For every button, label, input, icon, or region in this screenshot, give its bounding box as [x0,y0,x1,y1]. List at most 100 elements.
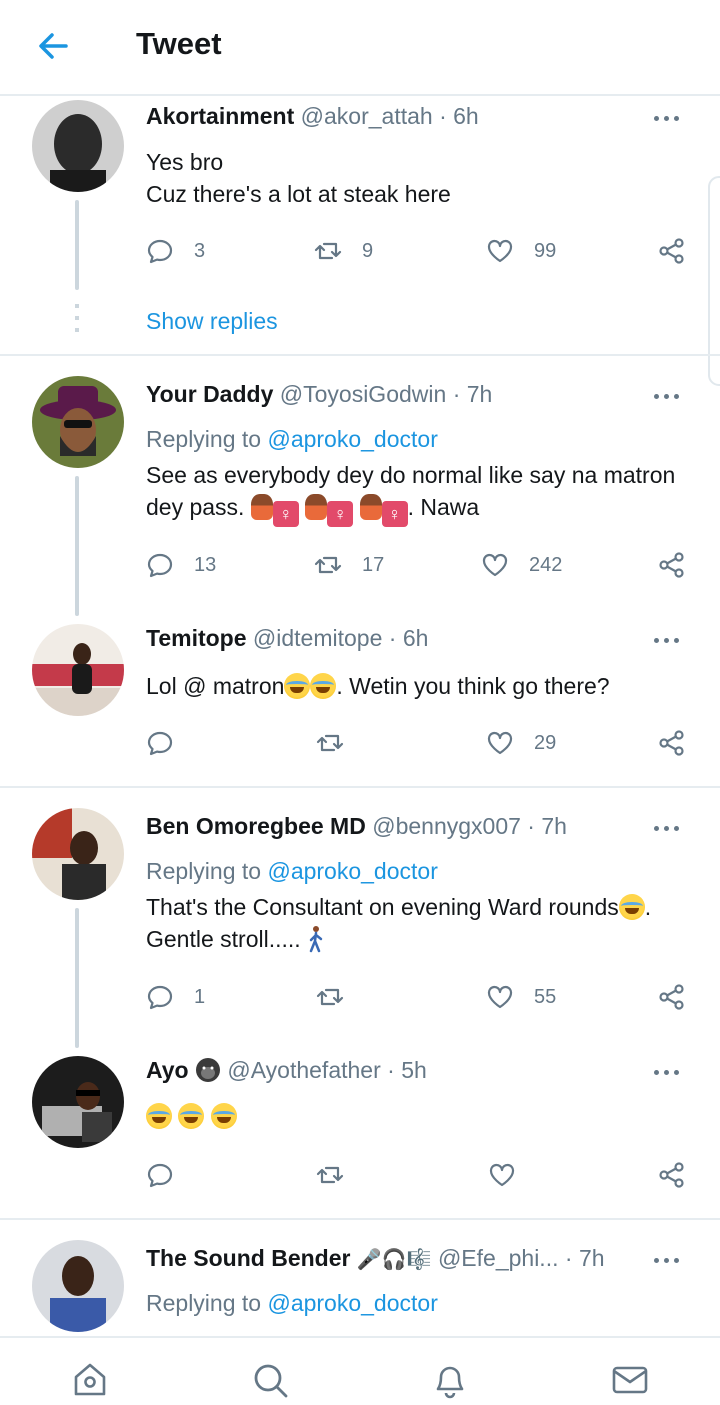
gorilla-emoji [196,1058,220,1082]
more-options-icon[interactable] [650,813,690,843]
tweet-text-segment: Gentle stroll..... [146,926,301,952]
heart-icon [487,239,513,263]
user-handle: @ToyosiGodwin [279,381,447,407]
tweet-header: Your Daddy @ToyosiGodwin · 7h [146,379,620,409]
retweet-button[interactable] [316,726,344,760]
share-button[interactable] [658,1158,686,1192]
reply-button[interactable] [146,726,174,760]
more-options-icon[interactable] [650,103,690,133]
female-sign-emoji: ♀ [327,501,354,527]
more-options-icon[interactable] [650,1057,690,1087]
reply-count: 1 [194,985,206,1008]
share-button[interactable] [658,234,686,268]
retweet-icon [316,988,344,1006]
grinning-squint-emoji [618,894,645,920]
avatar[interactable] [32,808,124,900]
like-count: 242 [529,553,563,576]
retweet-button[interactable] [316,980,344,1014]
thread-dots [75,304,79,338]
show-replies-link[interactable]: Show replies [146,308,278,335]
reply-button[interactable]: 3 [146,234,205,268]
avatar[interactable] [32,100,124,192]
back-arrow-icon[interactable] [30,24,78,68]
reply-button[interactable]: 13 [146,548,216,582]
display-name[interactable]: Temitope [146,625,247,651]
tweet-text-segment: . Wetin you think go there? [336,673,610,699]
retweet-button[interactable]: 9 [314,234,373,268]
mail-icon[interactable] [610,1360,650,1400]
tweet-header: Ben Omoregbee MD @bennygx007 · 7h [146,811,620,841]
replying-to-handle[interactable]: @aproko_doctor [267,426,437,452]
tweet-page: Tweet Akortainment @akor_attah · 6h Yes … [0,0,720,1405]
tweet-text-segment: Lol @ matron [146,673,285,699]
reply-button[interactable]: 1 [146,980,205,1014]
tweet-item[interactable]: Temitope @idtemitope · 6h Lol @ matron . … [0,608,720,786]
user-handle: @akor_attah [300,103,433,129]
tweet-actions: 3 9 99 [146,234,694,268]
replying-label: Replying to [146,858,262,884]
tweet-text-line: dey pass. ♀ ♀ ♀. Nawa [146,491,694,527]
like-button[interactable] [488,1158,516,1192]
user-handle: @bennygx007 [372,813,521,839]
page-title: Tweet [136,26,222,61]
avatar[interactable] [32,1056,124,1148]
share-icon [659,984,684,1010]
display-name[interactable]: Akortainment [146,103,294,129]
tweet-header: The Sound Bender 🎤🎧🎼 @Efe_phi... · 7h [146,1243,620,1275]
home-icon[interactable] [70,1360,110,1400]
retweet-icon [314,556,342,574]
retweet-button[interactable] [316,1158,344,1192]
person-facepalm-emoji [250,494,273,520]
heart-icon [489,1163,515,1187]
separator-dot: · [527,813,535,839]
replying-to-handle[interactable]: @aproko_doctor [267,858,437,884]
tweet-text-segment: That's the Consultant on evening Ward ro… [146,894,619,920]
user-handle: @Ayothefather [227,1057,381,1083]
more-options-icon[interactable] [650,625,690,655]
tweet-text-segment: dey pass. [146,494,245,520]
more-options-icon[interactable] [650,1245,690,1275]
tweet-header: Ayo @Ayothefather · 5h [146,1055,620,1085]
display-name[interactable]: Ayo [146,1057,189,1083]
tweet-actions: 1 55 [146,980,694,1014]
like-button[interactable]: 99 [486,234,556,268]
avatar[interactable] [32,1240,124,1332]
reply-button[interactable] [146,1158,174,1192]
tweet-item[interactable]: The Sound Bender 🎤🎧🎼 @Efe_phi... · 7h Re… [0,1220,720,1336]
replying-to: Replying to @aproko_doctor [146,1288,438,1318]
tears-of-joy-emoji [178,1103,205,1129]
share-button[interactable] [658,548,686,582]
bell-icon[interactable] [430,1360,470,1400]
tears-of-joy-emoji [210,1103,237,1129]
retweet-button[interactable]: 17 [314,548,384,582]
like-button[interactable]: 242 [481,548,562,582]
search-icon[interactable] [250,1360,290,1400]
display-name[interactable]: The Sound Bender [146,1245,350,1271]
tears-of-joy-emoji [146,1103,172,1129]
avatar[interactable] [32,376,124,468]
female-sign-emoji: ♀ [272,501,299,527]
tweet-item[interactable]: Akortainment @akor_attah · 6h Yes bro Cu… [0,96,720,354]
tweet-text-line: Yes bro [146,149,224,175]
avatar[interactable] [32,624,124,716]
tweet-item[interactable]: Your Daddy @ToyosiGodwin · 7h Replying t… [0,356,720,616]
tweet-text [146,1100,694,1132]
share-icon [659,1162,684,1188]
reply-count: 13 [194,553,217,576]
female-sign-emoji: ♀ [381,501,408,527]
tweet-item[interactable]: Ayo @Ayothefather · 5h [0,1040,720,1218]
separator-dot: · [387,1057,395,1083]
separator-dot: · [564,1245,573,1271]
more-options-icon[interactable] [650,381,690,411]
display-name[interactable]: Ben Omoregbee MD [146,813,366,839]
share-button[interactable] [658,726,686,760]
heart-icon [482,553,508,577]
reply-icon [147,239,173,264]
like-button[interactable]: 29 [486,726,556,760]
tweet-item[interactable]: Ben Omoregbee MD @bennygx007 · 7h Replyi… [0,788,720,1048]
tweet-text: That's the Consultant on evening Ward ro… [146,891,694,955]
share-button[interactable] [658,980,686,1014]
like-button[interactable]: 55 [486,980,556,1014]
replying-to-handle[interactable]: @aproko_doctor [267,1290,437,1316]
display-name[interactable]: Your Daddy [146,381,273,407]
